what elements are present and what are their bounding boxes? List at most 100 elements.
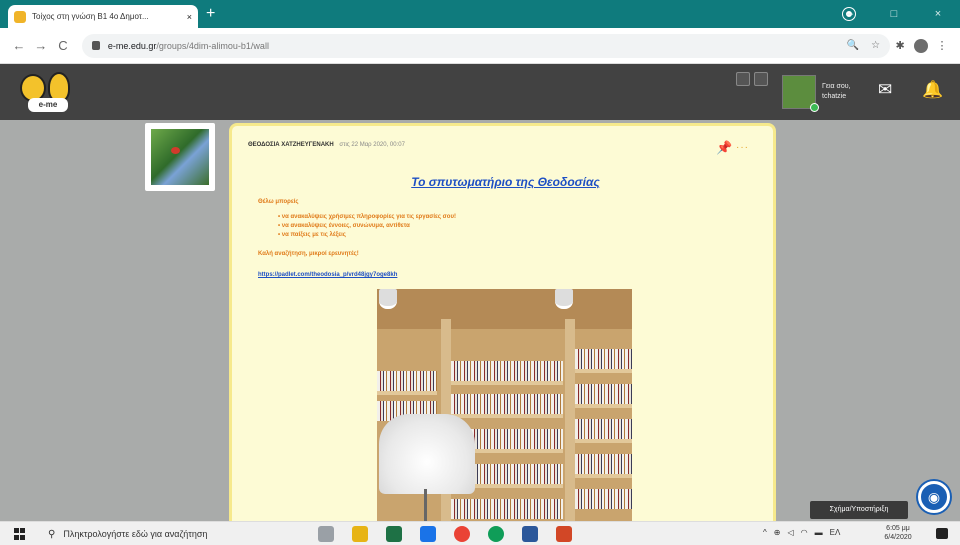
browser-titlebar: Τοίχος στη γνώση Β1 4ο Δημοτ... × + – □ … [0, 0, 960, 28]
url-host: e-me.edu.gr [107, 40, 157, 51]
word-icon[interactable] [522, 526, 538, 542]
back-icon[interactable]: ← [8, 38, 30, 53]
accessibility-tooltip: Σχήμα/Υποστήριξη [810, 501, 908, 519]
system-tray: ^ ⊕ ◁ ◠ ▬ ΕΛ [763, 528, 840, 537]
url-text[interactable]: e-me.edu.gr/groups/4dim-alimou-b1/wall [108, 41, 269, 51]
wifi-icon[interactable]: ◠ [801, 528, 808, 537]
view-toggle-list-icon[interactable] [754, 72, 768, 86]
more-options-icon[interactable]: ··· [736, 142, 749, 153]
browser-toolbar: ← → C e-me.edu.gr/groups/4dim-alimou-b1/… [0, 28, 960, 64]
pin-icon[interactable]: 📌 [716, 140, 732, 155]
bookshelf-row [575, 419, 632, 439]
shelf-board [451, 414, 563, 418]
network-icon[interactable]: ⊕ [774, 528, 781, 537]
new-tab-button[interactable]: + [206, 5, 215, 23]
bookshelf-row [451, 361, 563, 381]
bookshelf-row [451, 394, 563, 414]
excel-icon[interactable] [386, 526, 402, 542]
floor-lamp-pole [424, 489, 427, 521]
online-status-icon [810, 103, 819, 112]
clock-date: 6/4/2020 [884, 534, 912, 541]
view-toggle-grid-icon[interactable] [736, 72, 750, 86]
chevron-up-icon[interactable]: ^ [763, 528, 767, 537]
file-explorer-icon[interactable] [352, 526, 368, 542]
url-path: /groups/4dim-alimou-b1/wall [156, 40, 269, 51]
close-window-button[interactable]: × [916, 0, 960, 28]
wall-page: ΘΕΟΔΟΣΙΑ ΧΑΤΖΗΕΥΓΕΝΑΚΗ στις 22 Μαρ 2020,… [0, 120, 960, 521]
padlet-link[interactable]: https://padlet.com/theodosia_p/vrd48jgy7… [258, 272, 397, 278]
photo-ceiling [377, 289, 632, 329]
bookshelf-row [377, 371, 437, 391]
extensions-icon[interactable]: ✱ [890, 39, 910, 52]
bookshelf-row [451, 499, 563, 519]
shelf-board [575, 404, 632, 408]
shelf-board [575, 439, 632, 443]
post-meta: ΘΕΟΔΟΣΙΑ ΧΑΤΖΗΕΥΓΕΝΑΚΗ στις 22 Μαρ 2020,… [248, 142, 405, 148]
volume-icon[interactable]: ◁ [787, 528, 793, 537]
site-favicon-icon [14, 10, 26, 23]
windows-start-icon[interactable] [14, 528, 26, 540]
list-item: • να ανακαλύψεις έννοιες, συνώνυμα, αντί… [278, 223, 410, 229]
taskbar-clock[interactable]: 6:05 μμ 6/4/2020 [880, 524, 916, 542]
post-title[interactable]: Το σπυτωματήριο της Θεοδοσίας [232, 175, 779, 189]
post-closing: Καλή αναζήτηση, μικροί ερευνητές! [258, 251, 359, 257]
notifications-bell-icon[interactable]: 🔔 [922, 80, 943, 100]
bookshelf-row [575, 384, 632, 404]
shelf-pillar [565, 319, 575, 521]
tab-title: Τοίχος στη γνώση Β1 4ο Δημοτ... [32, 12, 149, 21]
list-item: • να ανακαλύψεις χρήσιμες πληροφορίες γι… [278, 214, 456, 220]
logo-text: e-me [28, 98, 68, 112]
taskbar-search[interactable]: ⚲ Πληκτρολογήστε εδώ για αναζήτηση [48, 525, 306, 543]
spotlight-icon [379, 289, 397, 309]
forward-icon[interactable]: → [30, 38, 52, 53]
library-photo [377, 289, 632, 521]
author-avatar-image [151, 129, 209, 185]
maximize-button[interactable]: □ [872, 0, 916, 28]
post-bullet-list: • να ανακαλύψεις χρήσιμες πληροφορίες γι… [278, 213, 456, 240]
reload-icon[interactable]: C [52, 38, 74, 53]
address-bar[interactable]: e-me.edu.gr/groups/4dim-alimou-b1/wall 🔍… [81, 33, 891, 58]
profile-avatar-icon[interactable] [914, 38, 929, 53]
post-date: στις 22 Μαρ 2020, 00:07 [339, 142, 405, 148]
user-avatar[interactable] [782, 75, 819, 112]
e-me-logo[interactable]: e-me [16, 70, 84, 112]
keyboard-icon[interactable]: ▬ [815, 528, 823, 537]
minimize-button[interactable]: – [828, 0, 872, 28]
taskbar-search-placeholder[interactable]: Πληκτρολογήστε εδώ για αναζήτηση [63, 529, 207, 539]
notification-center-icon[interactable] [936, 528, 948, 539]
shelf-board [575, 369, 632, 373]
chrome-icon[interactable] [454, 526, 470, 542]
edge-icon[interactable] [488, 526, 504, 542]
window-controls: – □ × [828, 0, 960, 28]
list-item: • να παίξεις με τις λέξεις [278, 232, 346, 238]
post-author[interactable]: ΘΕΟΔΟΣΙΑ ΧΑΤΖΗΕΥΓΕΝΑΚΗ [248, 142, 334, 148]
powerpoint-icon[interactable] [556, 526, 572, 542]
lock-icon[interactable] [91, 41, 100, 50]
bookshelf-row [575, 454, 632, 474]
language-indicator[interactable]: ΕΛ [830, 528, 841, 537]
browser-menu-icon[interactable]: ⋮ [932, 39, 952, 52]
windows-taskbar: ⚲ Πληκτρολογήστε εδώ για αναζήτηση ^ ⊕ ◁… [0, 521, 960, 545]
search-icon: ⚲ [48, 528, 56, 540]
task-view-icon[interactable] [318, 526, 334, 542]
shelf-board [575, 474, 632, 478]
shelf-board [377, 391, 437, 395]
mail-app-icon[interactable] [420, 526, 436, 542]
accessibility-eye-icon[interactable]: ◉ [918, 481, 950, 513]
tab-close-icon[interactable]: × [187, 12, 192, 22]
site-header: e-me Γεια σου, tchatzie ✉ 🔔 [0, 64, 960, 120]
spotlight-icon [555, 289, 573, 309]
bookshelf-row [575, 489, 632, 509]
user-greeting[interactable]: Γεια σου, tchatzie [822, 82, 862, 102]
bookmark-star-icon[interactable]: ☆ [871, 40, 880, 51]
zoom-icon[interactable]: 🔍 [847, 40, 859, 51]
mail-icon[interactable]: ✉ [878, 80, 892, 100]
wall-post: ΘΕΟΔΟΣΙΑ ΧΑΤΖΗΕΥΓΕΝΑΚΗ στις 22 Μαρ 2020,… [229, 123, 776, 521]
bookshelf-row [575, 349, 632, 369]
post-author-avatar[interactable] [145, 123, 215, 191]
post-intro: Θέλω μπορείς [258, 199, 299, 205]
floor-lamp-shade [379, 414, 475, 494]
browser-tab[interactable]: Τοίχος στη γνώση Β1 4ο Δημοτ... × [8, 5, 198, 28]
omnibox-actions: 🔍 ☆ [847, 40, 880, 51]
clock-time: 6:05 μμ [886, 525, 910, 532]
